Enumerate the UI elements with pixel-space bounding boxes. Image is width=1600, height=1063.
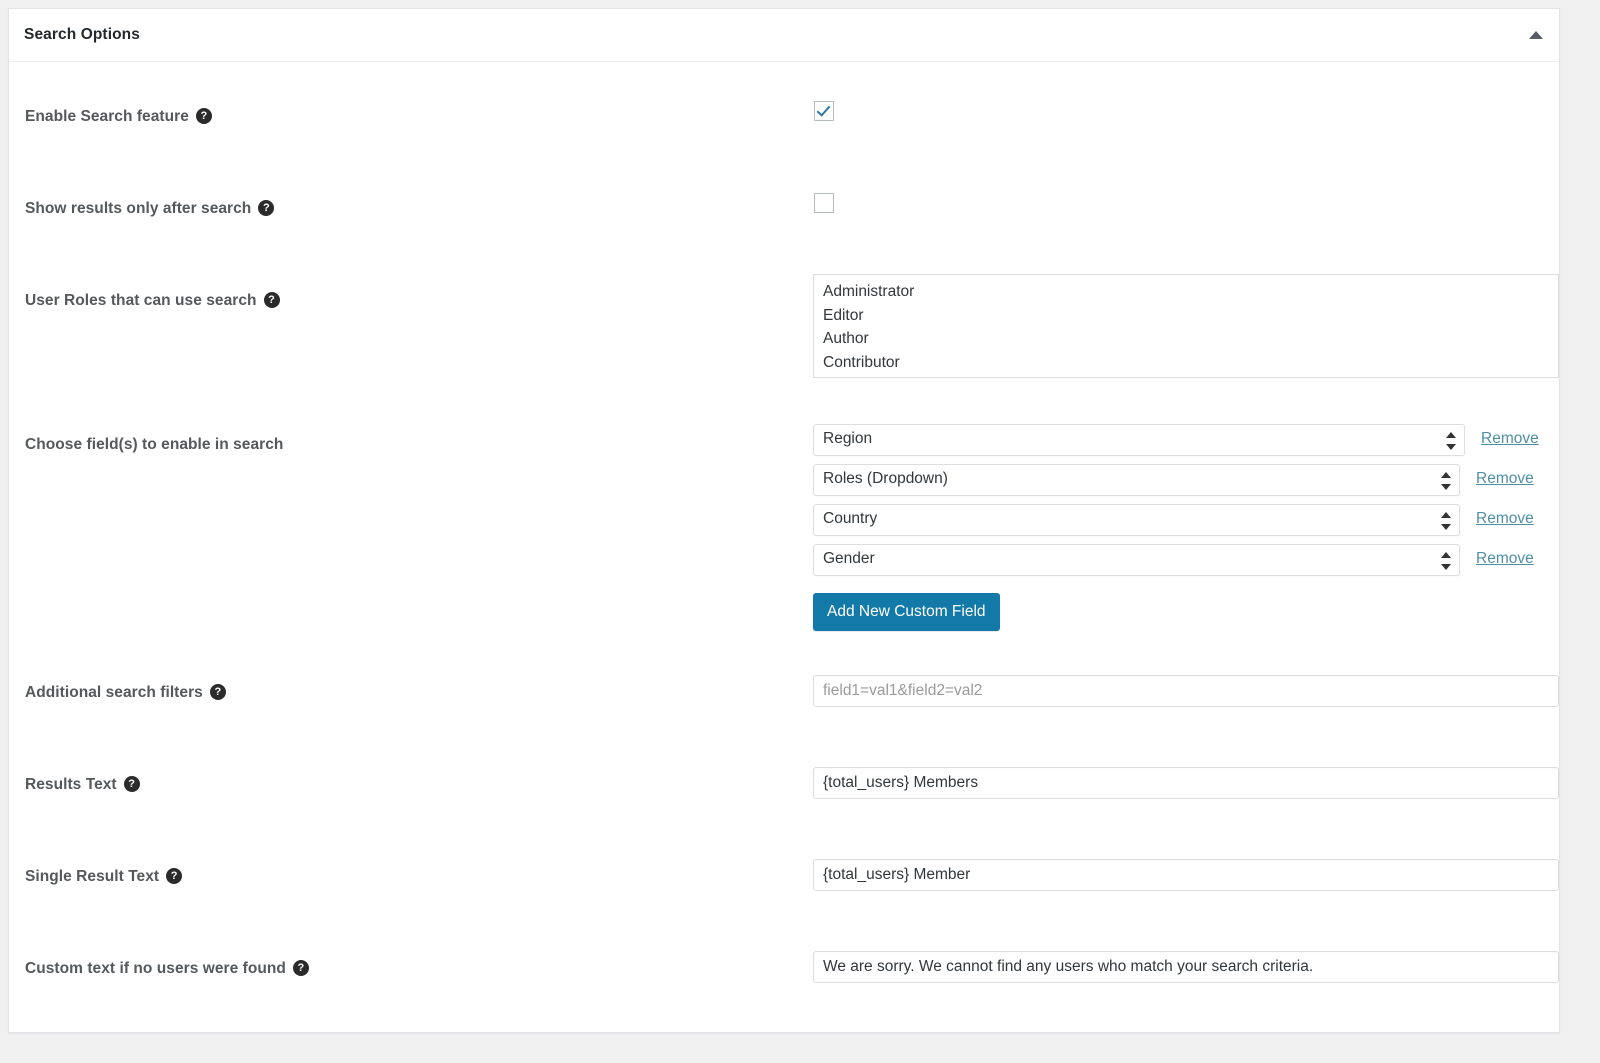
field-select-roles-dropdown[interactable]: Roles (Dropdown)	[813, 464, 1460, 496]
field-select-value: Country	[823, 510, 877, 528]
remove-field-gender-link[interactable]: Remove	[1476, 550, 1534, 568]
label-no-users-text: Custom text if no users were found?	[25, 960, 309, 978]
help-icon[interactable]: ?	[264, 292, 280, 308]
field-select-region[interactable]: Region	[813, 424, 1465, 456]
results-text-input[interactable]	[813, 767, 1559, 799]
help-icon[interactable]: ?	[166, 868, 182, 884]
label-enable-search: Enable Search feature?	[25, 108, 212, 126]
field-select-country[interactable]: Country	[813, 504, 1460, 536]
list-item[interactable]: Editor	[814, 304, 1558, 328]
remove-field-country-link[interactable]: Remove	[1476, 510, 1534, 528]
checkbox-enable-search[interactable]	[814, 101, 834, 121]
help-icon[interactable]: ?	[293, 960, 309, 976]
remove-field-region-link[interactable]: Remove	[1481, 430, 1539, 448]
no-users-text-input[interactable]	[813, 951, 1559, 983]
field-select-gender[interactable]: Gender	[813, 544, 1460, 576]
field-select-value: Roles (Dropdown)	[823, 470, 948, 488]
label-choose-fields: Choose field(s) to enable in search	[25, 436, 283, 454]
checkbox-show-results-after-search[interactable]	[814, 193, 834, 213]
field-select-value: Gender	[823, 550, 875, 568]
label-show-results-after-search: Show results only after search?	[25, 200, 274, 218]
stepper-arrows-icon[interactable]	[1441, 511, 1451, 531]
list-item[interactable]: Contributor	[814, 351, 1558, 375]
list-item[interactable]: Administrator	[814, 280, 1558, 304]
page-title: Search Options	[24, 26, 140, 44]
help-icon[interactable]: ?	[196, 108, 212, 124]
user-roles-listbox[interactable]: Administrator Editor Author Contributor	[813, 274, 1559, 378]
field-select-value: Region	[823, 430, 872, 448]
additional-filters-input[interactable]	[813, 675, 1559, 707]
label-user-roles: User Roles that can use search?	[25, 292, 280, 310]
triangle-up-icon[interactable]	[1529, 31, 1543, 39]
label-results-text: Results Text?	[25, 776, 140, 794]
help-icon[interactable]: ?	[258, 200, 274, 216]
help-icon[interactable]: ?	[210, 684, 226, 700]
stepper-arrows-icon[interactable]	[1441, 471, 1451, 491]
stepper-arrows-icon[interactable]	[1446, 431, 1456, 451]
label-single-result-text: Single Result Text?	[25, 868, 182, 886]
list-item[interactable]: Author	[814, 327, 1558, 351]
stepper-arrows-icon[interactable]	[1441, 551, 1451, 571]
single-result-text-input[interactable]	[813, 859, 1559, 891]
search-options-panel: Search Options Enable Search feature? Sh…	[8, 8, 1560, 1033]
remove-field-roles-link[interactable]: Remove	[1476, 470, 1534, 488]
help-icon[interactable]: ?	[124, 776, 140, 792]
panel-header: Search Options	[9, 9, 1559, 62]
label-additional-filters: Additional search filters?	[25, 684, 226, 702]
add-new-custom-field-button[interactable]: Add New Custom Field	[813, 593, 1000, 631]
